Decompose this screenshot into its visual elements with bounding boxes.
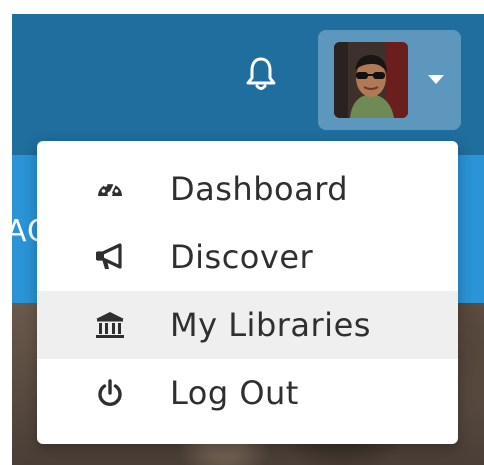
bell-icon[interactable] <box>246 56 276 92</box>
menu-item-label: Log Out <box>170 374 299 412</box>
menu-item-label: Dashboard <box>170 170 349 208</box>
user-menu-toggle[interactable] <box>318 30 461 130</box>
library-building-icon <box>94 309 126 341</box>
caret-down-icon <box>428 75 444 84</box>
page-top-strip <box>0 0 484 14</box>
menu-item-label: Discover <box>170 238 314 276</box>
menu-item-log-out[interactable]: Log Out <box>37 359 458 427</box>
dashboard-gauge-icon <box>94 173 126 205</box>
megaphone-icon <box>94 241 126 273</box>
menu-item-discover[interactable]: Discover <box>37 223 458 291</box>
menu-item-my-libraries[interactable]: My Libraries <box>37 291 458 359</box>
menu-item-dashboard[interactable]: Dashboard <box>37 155 458 223</box>
avatar <box>334 42 408 118</box>
menu-item-label: My Libraries <box>170 306 371 344</box>
user-dropdown-menu: Dashboard Discover My Libraries Log Out <box>37 141 458 444</box>
power-icon <box>94 377 126 409</box>
